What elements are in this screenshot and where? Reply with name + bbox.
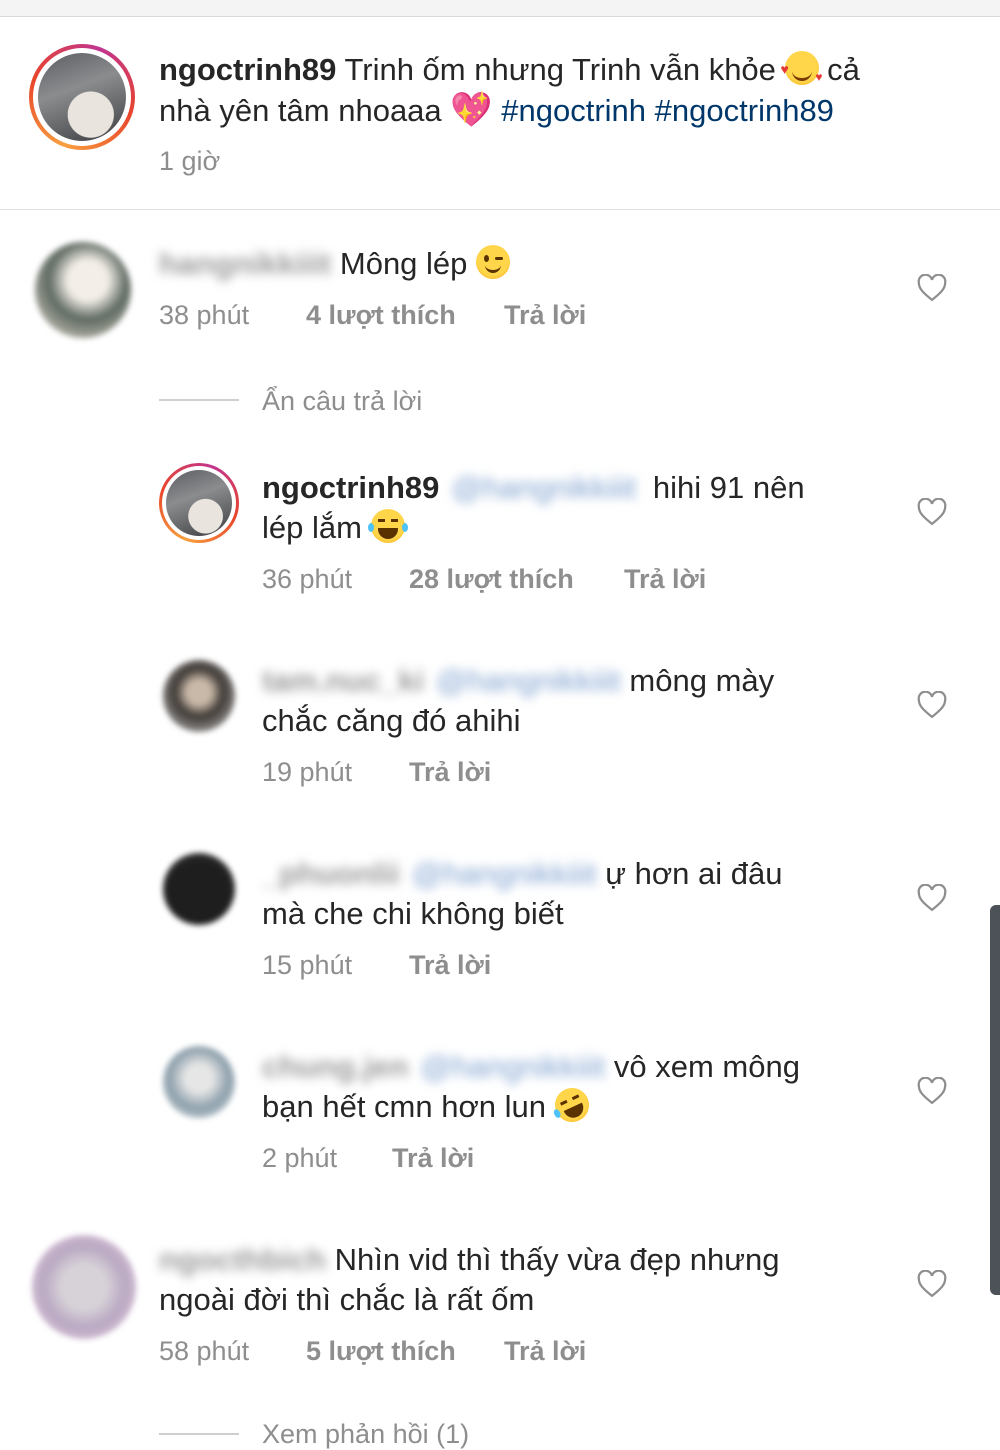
reply-text-block: tam.nuc_ki @hangnikkiiit mông mày chắc că… [262,661,902,741]
reply-mention[interactable]: @hangnikkiiit [420,1047,605,1087]
comment-time: 58 phút [159,1336,250,1366]
comment-text: Nhìn vid thì thấy vừa đẹp nhưng [334,1242,780,1277]
post-caption: ngoctrinh89 Trinh ốm nhưng Trinh vẫn khỏ… [159,50,949,131]
top-edge [0,0,1000,17]
caption-text-3: nhà yên tâm nhoaaa [159,93,442,128]
comment-text-row: hangnikkiiit Mông lép [159,244,511,284]
reply-time: 2 phút [262,1143,338,1173]
heart-outline-icon[interactable] [917,274,947,302]
reply-button[interactable]: Trả lời [504,1336,586,1367]
reply-time: 15 phút [262,950,353,980]
caption-text-2: cả [827,52,860,87]
reply-username[interactable]: chung.jen [262,1047,408,1087]
reply-mention[interactable]: @hangnikkiiit [412,854,597,894]
view-replies-button[interactable]: Xem phản hồi (1) [262,1419,469,1450]
reply-author-avatar[interactable] [163,1046,235,1118]
reply-text-2: mà che chi không biết [262,896,564,931]
reply-text: hihi 91 nên [652,470,805,505]
heart-outline-icon[interactable] [917,1077,947,1105]
reply-reply-button[interactable]: Trả lời [409,757,491,788]
reply-text: mông mày [629,663,775,698]
hashtag-link-2[interactable]: #ngoctrinh89 [655,93,834,128]
reply-reply-button[interactable]: Trả lời [624,564,706,595]
reply-mention[interactable]: @hangnikkiiit [451,468,636,508]
reply-text-2: lép lắm [262,510,362,545]
reply-text-block: chung.jen @hangnikkiiit vô xem mông bạn h… [262,1047,902,1128]
face-with-tears-of-joy-icon [367,509,408,543]
winking-face-icon [476,245,511,279]
post-time: 1 giờ [159,146,221,176]
reply-text-2: chắc căng đó ahihi [262,703,521,738]
comment-text: Mông lép [339,246,468,281]
reply-author-avatar[interactable] [159,463,239,543]
heart-outline-icon[interactable] [917,498,947,526]
reply-text-2: bạn hết cmn hơn lun [262,1089,547,1124]
reply-text: ự hơn ai đâu [605,856,783,891]
comment-text-2: ngoài đời thì chắc là rất ốm [159,1282,535,1317]
smiling-face-with-hearts-icon: ♥ ♥ [781,51,823,85]
reply-username[interactable]: tam.nuc_ki [262,661,424,701]
hashtag-link[interactable]: #ngoctrinh [501,93,646,128]
reply-text: vô xem mông [613,1049,800,1084]
hide-replies-button[interactable]: Ẩn câu trả lời [262,386,422,417]
reply-mention[interactable]: @hangnikkiiit [436,661,621,701]
reply-reply-button[interactable]: Trả lời [409,950,491,981]
caption-text: Trinh ốm nhưng Trinh vẫn khỏe [344,52,776,87]
hide-replies-line [159,399,239,401]
reply-time: 36 phút [262,564,353,594]
comment-text-block: ngocthbich Nhìn vid thì thấy vừa đẹp như… [159,1240,879,1320]
reply-button[interactable]: Trả lời [504,300,586,331]
reply-author-avatar[interactable] [163,660,235,732]
reply-likes[interactable]: 28 lượt thích [409,564,574,595]
reply-reply-button[interactable]: Trả lời [392,1143,474,1174]
heart-outline-icon[interactable] [917,884,947,912]
rolling-on-floor-laughing-icon [549,1082,595,1128]
reply-text-block: _phuonlii @hangnikkiiit ự hơn ai đâu mà c… [262,854,902,934]
reply-username[interactable]: ngoctrinh89 [262,470,439,505]
commenter-avatar[interactable] [35,242,131,338]
sparkling-heart-icon: 💖 [450,91,493,129]
comment-likes[interactable]: 5 lượt thích [306,1336,456,1367]
heart-outline-icon[interactable] [917,691,947,719]
post-username[interactable]: ngoctrinh89 [159,52,336,87]
caption-divider [0,209,1000,210]
reply-time: 19 phút [262,757,353,787]
post-author-avatar[interactable] [29,44,135,150]
view-replies-line [159,1433,239,1435]
reply-text-block: ngoctrinh89 @hangnikkiiit hihi 91 nên lép… [262,468,882,548]
comment-username[interactable]: ngocthbich [159,1240,326,1280]
heart-outline-icon[interactable] [917,1270,947,1298]
reply-author-avatar[interactable] [163,853,235,925]
commenter-avatar[interactable] [32,1235,136,1339]
scrollbar[interactable] [990,905,1000,1295]
reply-username[interactable]: _phuonlii [262,854,400,894]
comment-username[interactable]: hangnikkiiit [159,244,331,284]
comment-time: 38 phút [159,300,250,330]
comment-likes[interactable]: 4 lượt thích [306,300,456,331]
